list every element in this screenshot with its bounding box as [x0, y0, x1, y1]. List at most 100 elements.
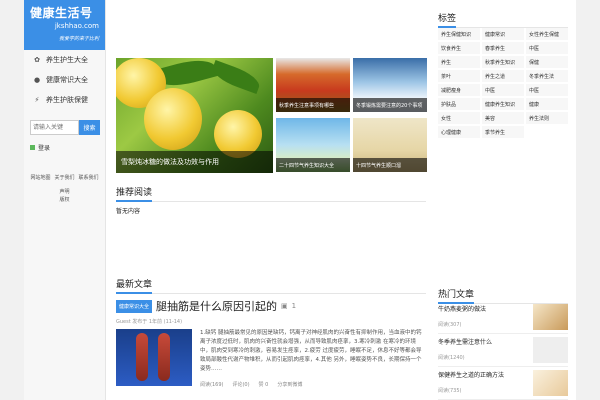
tag-link[interactable]: 养生之道 [482, 70, 524, 82]
latest-title: 最新文章 [116, 280, 153, 294]
login-label: 登录 [38, 145, 51, 152]
article-excerpt: 1.缺钙 腿抽筋最常见的原因是缺钙，钙离子对神经肌肉的兴奋性有抑制作用，当血液中… [200, 330, 422, 372]
photo-icon: ▣ [281, 302, 288, 310]
leg-shape [158, 333, 170, 381]
share-link[interactable]: 分享到微博 [277, 381, 302, 388]
footer-link[interactable]: 网站地图 [30, 174, 50, 181]
tag-link[interactable]: 护肤品 [438, 98, 480, 110]
tag-link[interactable]: 中医 [482, 84, 524, 96]
thumb-card[interactable]: 秋季养生注意事项有哪些 [276, 58, 350, 112]
hot-heading: 热门文章 [438, 287, 568, 304]
nav-item-label: 养生护生大全 [46, 56, 88, 64]
tag-link[interactable]: 健康养生知识 [482, 98, 524, 110]
tag-link[interactable]: 心理健康 [438, 126, 480, 138]
hot-item[interactable]: 冬季养生需注意什么 阅读(1240) [438, 337, 568, 367]
thumb-card[interactable]: 十四节气养生顺口溜 [353, 118, 427, 172]
article-stats: 阅读(169) 评论(0) 赞 0 分享到微博 [200, 381, 426, 388]
leaf-icon: ✿ [34, 56, 40, 64]
tag-link[interactable]: 秋季养生知识 [482, 56, 524, 68]
tag-link[interactable]: 春季养生 [482, 42, 524, 54]
left-sidebar: 健康生活号 jkshhao.com 我爱学的来于比利 ✿ 养生护生大全 ● 健康… [24, 0, 106, 400]
tag-link[interactable]: 饮食养生 [438, 42, 480, 54]
bolt-icon: ⚡ [34, 96, 40, 104]
footer-link[interactable]: 联系我们 [79, 174, 99, 181]
article-title[interactable]: 腿抽筋是什么原因引起的 [156, 298, 277, 314]
hot-item-image [533, 304, 568, 330]
featured-slider[interactable]: 雪梨炖冰糖的做法及功效与作用 [116, 58, 273, 173]
photo-count: 1 [291, 302, 297, 310]
tag-link[interactable]: 养生 [438, 56, 480, 68]
slider-caption[interactable]: 雪梨炖冰糖的做法及功效与作用 [116, 151, 273, 173]
thumb-caption: 秋季养生注意事项有哪些 [276, 98, 350, 112]
login-link[interactable]: 登录 [30, 143, 105, 152]
recommend-heading: 推荐阅读 [116, 185, 426, 202]
tag-link[interactable]: 季节养生 [482, 126, 524, 138]
tag-link[interactable]: 女性养生保健 [526, 28, 568, 40]
right-sidebar: 标签 养生保健知识 健康常识 女性养生保健 饮食养生 春季养生 中医 养生 秋季养生知识 保健茶… [430, 0, 576, 400]
recommend-text: 暂无内容 [116, 208, 141, 215]
article-thumbnail[interactable] [116, 329, 192, 386]
tag-link[interactable]: 茶叶 [438, 70, 480, 82]
nav-item-2[interactable]: ⚡ 养生护肤保健 [24, 90, 105, 110]
pear-shape [144, 88, 202, 150]
nav-item-0[interactable]: ✿ 养生护生大全 [24, 50, 105, 70]
page-margin-right [576, 0, 600, 400]
footer-link[interactable]: 关于我们 [54, 174, 74, 181]
recommend-title: 推荐阅读 [116, 188, 153, 202]
site-title: 健康生活号 [30, 6, 93, 20]
article-category-tag[interactable]: 健康常识大全 [116, 299, 153, 313]
footer-notes: 声明 版权 [24, 188, 105, 204]
comments-link[interactable]: 评论(0) [232, 381, 249, 388]
login-icon [30, 145, 35, 150]
tag-link[interactable]: 养生保健知识 [438, 28, 480, 40]
page-margin-left [0, 0, 24, 400]
tags-heading: 标签 [438, 11, 568, 28]
main-content: 雪梨炖冰糖的做法及功效与作用 秋季养生注意事项有哪些 冬季锻炼需要注意的20个事… [106, 0, 430, 400]
hot-item-image [533, 337, 568, 363]
thumb-caption: 二十四节气养生知识大全 [276, 158, 350, 172]
article-meta: Guest 发布于 1年前 (11-14) [116, 319, 183, 325]
tags-grid: 养生保健知识 健康常识 女性养生保健 饮食养生 春季养生 中医 养生 秋季养生知识 保健 茶叶 养生… [438, 28, 568, 138]
tag-link[interactable]: 美容 [482, 112, 524, 124]
circle-icon: ● [33, 76, 41, 84]
tag-link[interactable]: 健康常识 [482, 28, 524, 40]
thumb-card[interactable]: 冬季锻炼需要注意的20个事项 [353, 58, 427, 112]
nav-item-label: 健康常识大全 [46, 76, 88, 84]
hot-item-image [533, 370, 568, 396]
tag-link[interactable]: 中医 [526, 42, 568, 54]
search-button[interactable]: 搜索 [79, 120, 100, 135]
footer-note: 声明 [59, 189, 70, 195]
article-body: 1.缺钙 腿抽筋最常见的原因是缺钙，钙离子对神经肌肉的兴奋性有抑制作用，当血液中… [116, 329, 426, 388]
article-header: 健康常识大全 腿抽筋是什么原因引起的 ▣ 1 [116, 298, 426, 314]
search-input[interactable] [30, 120, 79, 135]
like-button[interactable]: 赞 0 [259, 381, 269, 388]
tag-link[interactable]: 冬季养生法 [526, 70, 568, 82]
tag-link[interactable]: 中医 [526, 84, 568, 96]
leg-shape [136, 333, 148, 381]
article-text-block: 1.缺钙 腿抽筋最常见的原因是缺钙，钙离子对神经肌肉的兴奋性有抑制作用，当血液中… [192, 329, 426, 388]
tag-link[interactable]: 养生法则 [526, 112, 568, 124]
tags-title: 标签 [438, 14, 457, 28]
leaf-shape [209, 59, 263, 95]
site-slogan: 我爱学的来于比利 [58, 36, 99, 42]
search-form: 搜索 [30, 120, 105, 135]
thumb-caption: 十四节气养生顺口溜 [353, 158, 427, 172]
hot-item[interactable]: 牛奶燕麦粥的做法 阅读(307) [438, 304, 568, 334]
footer-note: 版权 [59, 197, 70, 203]
tag-link[interactable]: 健康 [526, 98, 568, 110]
nav-item-label: 养生护肤保健 [46, 96, 88, 104]
hot-item[interactable]: 保健养生之道的正确方法 阅读(735) [438, 370, 568, 400]
nav-item-1[interactable]: ● 健康常识大全 [24, 70, 105, 90]
site-logo[interactable]: 健康生活号 jkshhao.com 我爱学的来于比利 [24, 0, 105, 50]
latest-heading: 最新文章 [116, 277, 426, 294]
tag-link[interactable]: 女性 [438, 112, 480, 124]
site-domain: jkshhao.com [54, 22, 99, 30]
thumb-caption: 冬季锻炼需要注意的20个事项 [353, 98, 427, 112]
hot-title: 热门文章 [438, 290, 475, 304]
footer-links: 网站地图 关于我们 联系我们 [24, 174, 105, 181]
tag-link[interactable]: 减肥瘦身 [438, 84, 480, 96]
tag-link[interactable]: 保健 [526, 56, 568, 68]
thumb-card[interactable]: 二十四节气养生知识大全 [276, 118, 350, 172]
article-item: 健康常识大全 腿抽筋是什么原因引起的 ▣ 1 Guest 发布于 1年前 (11… [116, 298, 426, 388]
views-count: 阅读(169) [200, 382, 224, 388]
